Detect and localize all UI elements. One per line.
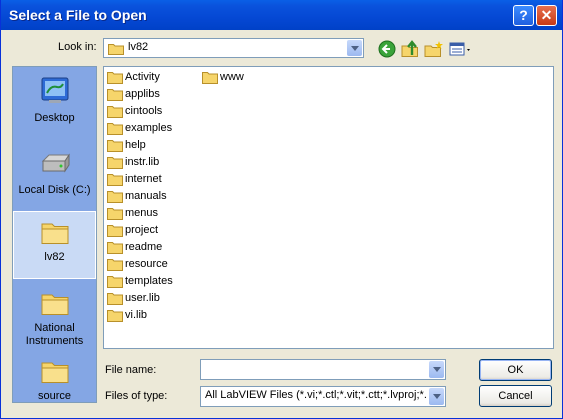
place-label: Desktop [34,112,75,124]
folder-icon [41,362,68,383]
file-name: templates [125,275,173,287]
folder-icon [107,89,123,101]
help-button[interactable]: ? [513,5,534,26]
file-type-dropdown[interactable]: All LabVIEW Files (*.vi;*.ctl;*.vit;*.ct… [200,386,446,407]
ok-button[interactable]: OK [479,359,552,381]
file-name: examples [125,122,173,134]
file-open-dialog: Select a File to Open ? ✕ Look in: lv82 … [0,0,563,419]
folder-icon [107,123,123,135]
file-name: instr.lib [125,156,160,168]
folder-icon [107,242,123,254]
file-name: vi.lib [125,309,148,321]
file-list[interactable]: Activity applibs cintools examples help … [103,66,554,349]
cancel-button[interactable]: Cancel [479,385,552,407]
file-type-chevron-down-icon[interactable] [429,388,444,405]
look-in-dropdown[interactable]: lv82 [103,38,364,58]
file-name-label: File name: [105,364,157,376]
file-name: project [125,224,159,236]
folder-icon [202,72,218,84]
desktop-icon [41,77,68,103]
file-name: cintools [125,105,163,117]
file-name: Activity [125,71,160,83]
folder-icon [107,259,123,271]
file-type-value: All LabVIEW Files (*.vi;*.ctl;*.vit;*.ct… [205,389,427,401]
folder-icon [41,294,68,315]
folder-icon [107,191,123,203]
file-name: internet [125,173,162,185]
folder-icon [108,44,124,55]
places-bar: Desktop Local Disk (C:) lv82 National In… [12,66,97,403]
place-label: lv82 [44,251,65,263]
file-name: menus [125,207,159,219]
up-folder-icon[interactable] [400,39,420,59]
look-in-label: Look in: [58,41,97,53]
place-national-instruments[interactable]: National Instruments [13,285,96,349]
file-name: www [220,71,244,83]
place-source[interactable]: source [13,357,96,402]
folder-icon [107,140,123,152]
file-name: readme [125,241,163,253]
title-bar[interactable]: Select a File to Open ? ✕ [1,0,562,30]
place-local-disk[interactable]: Local Disk (C:) [13,143,96,199]
file-name-field[interactable] [200,359,446,380]
view-menu-icon[interactable] [449,39,473,59]
file-name: manuals [125,190,167,202]
place-desktop[interactable]: Desktop [13,71,96,131]
folder-icon [107,208,123,220]
folder-icon [107,225,123,237]
file-name: resource [125,258,168,270]
file-name: applibs [125,88,160,100]
place-lv82[interactable]: lv82 [13,211,96,279]
folder-icon [107,310,123,322]
folder-icon [107,106,123,118]
hard-drive-icon [41,153,70,173]
back-icon[interactable] [377,39,397,59]
place-label: Local Disk (C:) [18,184,91,196]
folder-icon [107,72,123,84]
look-in-value: lv82 [128,41,149,53]
folder-icon [41,223,68,244]
place-label: National Instruments [25,322,84,347]
place-label: source [37,390,72,402]
look-in-chevron-down-icon[interactable] [347,40,362,56]
close-button[interactable]: ✕ [536,5,557,26]
file-name-chevron-down-icon[interactable] [429,361,444,378]
file-type-label: Files of type: [105,390,168,402]
folder-icon [107,157,123,169]
dialog-title: Select a File to Open [9,7,147,23]
file-name: user.lib [125,292,160,304]
folder-icon [107,293,123,305]
folder-icon [107,174,123,186]
folder-icon [107,276,123,288]
file-name: help [125,139,146,151]
new-folder-icon[interactable] [424,39,444,59]
